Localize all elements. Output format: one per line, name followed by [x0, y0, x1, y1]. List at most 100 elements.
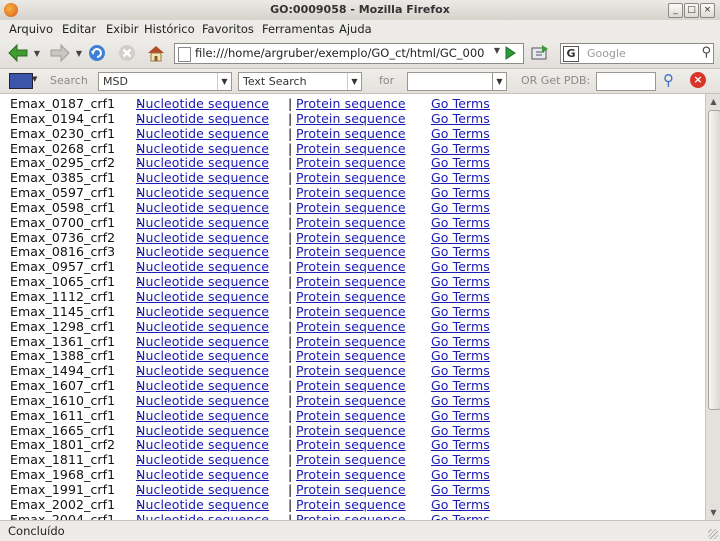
- protein-sequence-link[interactable]: Protein sequence: [296, 170, 431, 186]
- protein-sequence-link[interactable]: Protein sequence: [296, 245, 431, 260]
- protein-sequence-link[interactable]: Protein sequence: [296, 141, 431, 157]
- nucleotide-sequence-link[interactable]: Nucleotide sequence: [136, 497, 287, 513]
- nucleotide-sequence-link[interactable]: Nucleotide sequence: [136, 319, 287, 335]
- database-select[interactable]: MSD ▼: [98, 72, 232, 91]
- go-terms-link[interactable]: Go Terms: [431, 215, 490, 231]
- protein-sequence-link[interactable]: Protein sequence: [296, 497, 431, 513]
- nucleotide-sequence-link[interactable]: Nucleotide sequence: [136, 393, 287, 409]
- home-button[interactable]: [145, 42, 167, 64]
- back-button[interactable]: [6, 42, 30, 64]
- protein-sequence-link[interactable]: Protein sequence: [296, 512, 431, 520]
- nucleotide-sequence-link[interactable]: Nucleotide sequence: [136, 126, 287, 142]
- nucleotide-sequence-link[interactable]: Nucleotide sequence: [136, 185, 287, 201]
- go-terms-link[interactable]: Go Terms: [431, 497, 490, 513]
- protein-sequence-link[interactable]: Protein sequence: [296, 274, 431, 290]
- bookmark-page-button[interactable]: [528, 42, 552, 64]
- go-terms-link[interactable]: Go Terms: [431, 304, 490, 320]
- query-dropdown[interactable]: ▼: [492, 72, 507, 91]
- close-toolbar-icon[interactable]: ×: [690, 72, 706, 88]
- nucleotide-sequence-link[interactable]: Nucleotide sequence: [136, 452, 287, 468]
- protein-sequence-link[interactable]: Protein sequence: [296, 467, 431, 483]
- nucleotide-sequence-link[interactable]: Nucleotide sequence: [136, 96, 287, 112]
- protein-sequence-link[interactable]: Protein sequence: [296, 96, 431, 112]
- menu-arquivo[interactable]: Arquivo: [9, 22, 53, 36]
- go-terms-link[interactable]: Go Terms: [431, 126, 490, 142]
- go-terms-link[interactable]: Go Terms: [431, 259, 490, 275]
- go-terms-link[interactable]: Go Terms: [431, 289, 490, 305]
- scroll-up-arrow-icon[interactable]: ▲: [707, 95, 720, 108]
- nucleotide-sequence-link[interactable]: Nucleotide sequence: [136, 141, 287, 157]
- go-terms-link[interactable]: Go Terms: [431, 200, 490, 216]
- protein-sequence-link[interactable]: Protein sequence: [296, 230, 431, 246]
- go-terms-link[interactable]: Go Terms: [431, 230, 490, 246]
- menu-ajuda[interactable]: Ajuda: [339, 22, 372, 36]
- protein-sequence-link[interactable]: Protein sequence: [296, 156, 431, 171]
- protein-sequence-link[interactable]: Protein sequence: [296, 215, 431, 231]
- go-terms-link[interactable]: Go Terms: [431, 274, 490, 290]
- protein-sequence-link[interactable]: Protein sequence: [296, 126, 431, 142]
- forward-history-dropdown[interactable]: ▼: [74, 42, 84, 64]
- search-mode-select[interactable]: Text Search ▼: [238, 72, 362, 91]
- protein-sequence-link[interactable]: Protein sequence: [296, 452, 431, 468]
- nucleotide-sequence-link[interactable]: Nucleotide sequence: [136, 274, 287, 290]
- menu-ferramentas[interactable]: Ferramentas: [262, 22, 334, 36]
- protein-sequence-link[interactable]: Protein sequence: [296, 111, 431, 127]
- go-terms-link[interactable]: Go Terms: [431, 452, 490, 468]
- protein-sequence-link[interactable]: Protein sequence: [296, 393, 431, 409]
- back-history-dropdown[interactable]: ▼: [32, 42, 42, 64]
- stop-button[interactable]: [116, 42, 138, 64]
- nucleotide-sequence-link[interactable]: Nucleotide sequence: [136, 438, 287, 453]
- go-terms-link[interactable]: Go Terms: [431, 482, 490, 498]
- nucleotide-sequence-link[interactable]: Nucleotide sequence: [136, 200, 287, 216]
- nucleotide-sequence-link[interactable]: Nucleotide sequence: [136, 348, 287, 364]
- google-engine-icon[interactable]: G: [563, 46, 579, 62]
- search-go-icon[interactable]: ⚲: [663, 71, 674, 89]
- protein-sequence-link[interactable]: Protein sequence: [296, 304, 431, 320]
- nucleotide-sequence-link[interactable]: Nucleotide sequence: [136, 245, 287, 260]
- nucleotide-sequence-link[interactable]: Nucleotide sequence: [136, 512, 287, 520]
- go-terms-link[interactable]: Go Terms: [431, 334, 490, 350]
- protein-sequence-link[interactable]: Protein sequence: [296, 348, 431, 364]
- nucleotide-sequence-link[interactable]: Nucleotide sequence: [136, 378, 287, 394]
- query-input[interactable]: [407, 72, 493, 91]
- pdb-input[interactable]: [596, 72, 656, 91]
- protein-sequence-link[interactable]: Protein sequence: [296, 482, 431, 498]
- go-terms-link[interactable]: Go Terms: [431, 467, 490, 483]
- nucleotide-sequence-link[interactable]: Nucleotide sequence: [136, 230, 287, 246]
- go-terms-link[interactable]: Go Terms: [431, 96, 490, 112]
- protein-sequence-link[interactable]: Protein sequence: [296, 200, 431, 216]
- search-icon[interactable]: ⚲: [701, 45, 711, 60]
- address-bar[interactable]: file:///home/argruber/exemplo/GO_ct/html…: [174, 43, 524, 64]
- menu-editar[interactable]: Editar: [62, 22, 96, 36]
- protein-sequence-link[interactable]: Protein sequence: [296, 438, 431, 453]
- go-terms-link[interactable]: Go Terms: [431, 156, 490, 171]
- go-button[interactable]: [501, 42, 519, 64]
- go-terms-link[interactable]: Go Terms: [431, 141, 490, 157]
- protein-sequence-link[interactable]: Protein sequence: [296, 259, 431, 275]
- nucleotide-sequence-link[interactable]: Nucleotide sequence: [136, 111, 287, 127]
- go-terms-link[interactable]: Go Terms: [431, 363, 490, 379]
- menu-exibir[interactable]: Exibir: [106, 22, 139, 36]
- go-terms-link[interactable]: Go Terms: [431, 438, 490, 453]
- nucleotide-sequence-link[interactable]: Nucleotide sequence: [136, 423, 287, 439]
- vertical-scrollbar[interactable]: ▲ ▼: [705, 94, 720, 520]
- nucleotide-sequence-link[interactable]: Nucleotide sequence: [136, 467, 287, 483]
- go-terms-link[interactable]: Go Terms: [431, 393, 490, 409]
- protein-sequence-link[interactable]: Protein sequence: [296, 319, 431, 335]
- scrollbar-thumb[interactable]: [708, 110, 720, 410]
- protein-sequence-link[interactable]: Protein sequence: [296, 423, 431, 439]
- nucleotide-sequence-link[interactable]: Nucleotide sequence: [136, 289, 287, 305]
- go-terms-link[interactable]: Go Terms: [431, 423, 490, 439]
- maximize-button[interactable]: □: [684, 3, 699, 18]
- go-terms-link[interactable]: Go Terms: [431, 170, 490, 186]
- go-terms-link[interactable]: Go Terms: [431, 319, 490, 335]
- go-terms-link[interactable]: Go Terms: [431, 245, 490, 260]
- protein-sequence-link[interactable]: Protein sequence: [296, 289, 431, 305]
- menu-favoritos[interactable]: Favoritos: [202, 22, 254, 36]
- scroll-down-arrow-icon[interactable]: ▼: [707, 506, 720, 519]
- go-terms-link[interactable]: Go Terms: [431, 348, 490, 364]
- go-terms-link[interactable]: Go Terms: [431, 378, 490, 394]
- nucleotide-sequence-link[interactable]: Nucleotide sequence: [136, 408, 287, 424]
- nucleotide-sequence-link[interactable]: Nucleotide sequence: [136, 215, 287, 231]
- minimize-button[interactable]: _: [668, 3, 683, 18]
